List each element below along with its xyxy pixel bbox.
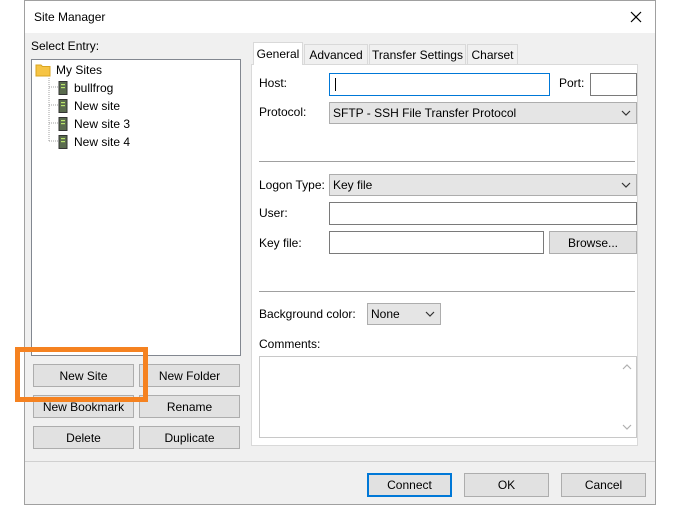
duplicate-button[interactable]: Duplicate [139, 426, 240, 449]
server-icon [58, 81, 68, 95]
protocol-select[interactable]: SFTP - SSH File Transfer Protocol [329, 102, 637, 124]
background-color-label: Background color: [259, 307, 356, 321]
host-input[interactable] [329, 73, 550, 96]
new-site-button[interactable]: New Site [33, 364, 134, 387]
tab-general[interactable]: General [253, 42, 303, 65]
comments-textarea[interactable] [259, 356, 637, 438]
window-title: Site Manager [34, 10, 106, 24]
protocol-value: SFTP - SSH File Transfer Protocol [333, 106, 517, 120]
site-tree[interactable]: My Sites bullfrog New site New site 3 Ne… [31, 59, 241, 356]
tab-advanced[interactable]: Advanced [304, 44, 368, 65]
new-bookmark-button[interactable]: New Bookmark [33, 395, 134, 418]
text-cursor [335, 78, 336, 91]
tab-charset[interactable]: Charset [467, 44, 518, 65]
tree-item-label: My Sites [56, 63, 103, 77]
tree-item-label: New site 4 [74, 135, 131, 149]
chevron-down-icon [621, 182, 631, 188]
background-color-value: None [371, 307, 400, 321]
user-input[interactable] [329, 202, 637, 225]
tree-item-label: bullfrog [74, 81, 114, 95]
close-icon [630, 11, 642, 23]
tree-item-site[interactable]: New site 4 [58, 134, 130, 150]
delete-button[interactable]: Delete [33, 426, 134, 449]
tree-item-label: New site [74, 99, 121, 113]
user-label: User: [259, 206, 288, 220]
select-entry-label: Select Entry: [31, 39, 100, 53]
logon-type-select[interactable]: Key file [329, 174, 637, 196]
comments-label: Comments: [259, 337, 321, 351]
cancel-button[interactable]: Cancel [561, 473, 646, 497]
chevron-down-icon [621, 110, 631, 116]
footer-separator [25, 461, 655, 462]
tree-item-label: New site 3 [74, 117, 131, 131]
separator [259, 161, 635, 162]
tree-item-site[interactable]: bullfrog [58, 80, 113, 96]
tab-transfer-settings[interactable]: Transfer Settings [369, 44, 466, 65]
server-icon [58, 117, 68, 131]
new-folder-button[interactable]: New Folder [139, 364, 240, 387]
key-file-input[interactable] [329, 231, 544, 254]
key-file-label: Key file: [259, 236, 302, 250]
logon-type-label: Logon Type: [259, 178, 325, 192]
port-input[interactable] [590, 73, 637, 96]
host-label: Host: [259, 76, 288, 90]
logon-type-value: Key file [333, 178, 373, 192]
background-color-select[interactable]: None [367, 303, 441, 325]
general-panel: Host: Port: Protocol: SFTP - SSH File Tr… [251, 64, 638, 446]
browse-button[interactable]: Browse... [549, 231, 637, 254]
tree-item-site[interactable]: New site [58, 98, 120, 114]
folder-icon [35, 64, 51, 77]
port-label: Port: [559, 76, 585, 90]
ok-button[interactable]: OK [464, 473, 549, 497]
protocol-label: Protocol: [259, 105, 307, 119]
scroll-up-icon[interactable] [622, 363, 632, 371]
site-manager-dialog: Site Manager Select Entry: My Sites bull… [24, 0, 656, 505]
connect-button[interactable]: Connect [367, 473, 452, 497]
separator [259, 291, 635, 292]
tree-item-site[interactable]: New site 3 [58, 116, 130, 132]
scroll-down-icon[interactable] [622, 423, 632, 431]
server-icon [58, 135, 68, 149]
rename-button[interactable]: Rename [139, 395, 240, 418]
title-bar: Site Manager [25, 1, 655, 33]
chevron-down-icon [425, 311, 435, 317]
close-button[interactable] [617, 1, 655, 33]
tree-item-my-sites[interactable]: My Sites [35, 62, 102, 78]
server-icon [58, 99, 68, 113]
